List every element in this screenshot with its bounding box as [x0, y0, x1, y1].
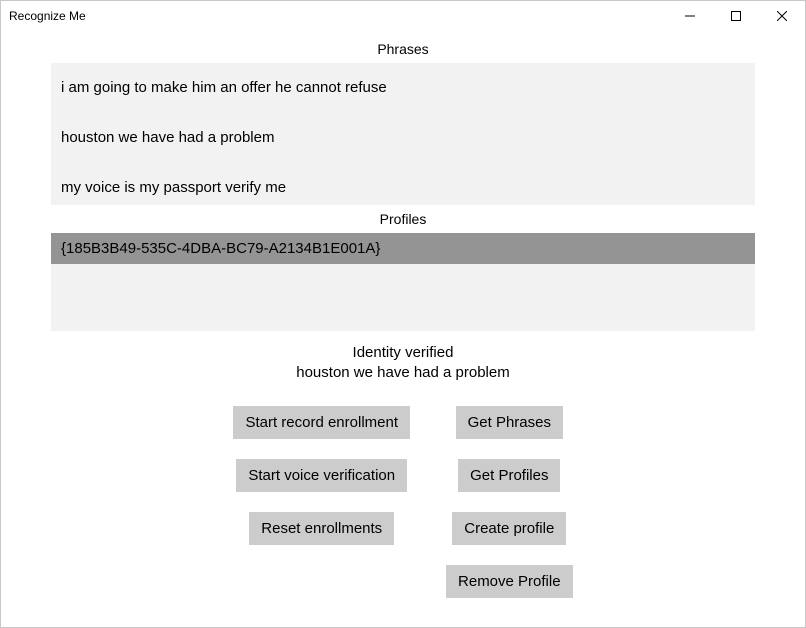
- close-icon: [777, 11, 787, 21]
- get-phrases-button[interactable]: Get Phrases: [456, 406, 563, 439]
- close-button[interactable]: [759, 1, 805, 31]
- phrases-list[interactable]: i am going to make him an offer he canno…: [51, 63, 755, 205]
- profiles-label: Profiles: [9, 211, 797, 227]
- list-item[interactable]: my voice is my passport verify me: [51, 171, 755, 205]
- window-controls: [667, 1, 805, 31]
- status-line-2: houston we have had a problem: [9, 363, 797, 383]
- status-line-1: Identity verified: [9, 343, 797, 363]
- button-grid: Start record enrollment Start voice veri…: [9, 406, 797, 598]
- list-item[interactable]: i am going to make him an offer he canno…: [51, 71, 755, 105]
- remove-profile-button[interactable]: Remove Profile: [446, 565, 573, 598]
- status-block: Identity verified houston we have had a …: [9, 343, 797, 384]
- phrases-label: Phrases: [9, 41, 797, 57]
- get-profiles-button[interactable]: Get Profiles: [458, 459, 560, 492]
- list-item[interactable]: houston we have had a problem: [51, 121, 755, 155]
- window-title: Recognize Me: [9, 9, 86, 23]
- maximize-button[interactable]: [713, 1, 759, 31]
- start-voice-verification-button[interactable]: Start voice verification: [236, 459, 407, 492]
- minimize-button[interactable]: [667, 1, 713, 31]
- button-column-right: Get Phrases Get Profiles Create profile …: [446, 406, 573, 598]
- create-profile-button[interactable]: Create profile: [452, 512, 566, 545]
- list-item[interactable]: {185B3B49-535C-4DBA-BC79-A2134B1E001A}: [51, 233, 755, 264]
- content-area: Phrases i am going to make him an offer …: [1, 31, 805, 602]
- minimize-icon: [685, 11, 695, 21]
- maximize-icon: [731, 11, 741, 21]
- start-record-enrollment-button[interactable]: Start record enrollment: [233, 406, 410, 439]
- profiles-list[interactable]: {185B3B49-535C-4DBA-BC79-A2134B1E001A}: [51, 233, 755, 331]
- reset-enrollments-button[interactable]: Reset enrollments: [249, 512, 394, 545]
- titlebar: Recognize Me: [1, 1, 805, 31]
- button-column-left: Start record enrollment Start voice veri…: [233, 406, 410, 598]
